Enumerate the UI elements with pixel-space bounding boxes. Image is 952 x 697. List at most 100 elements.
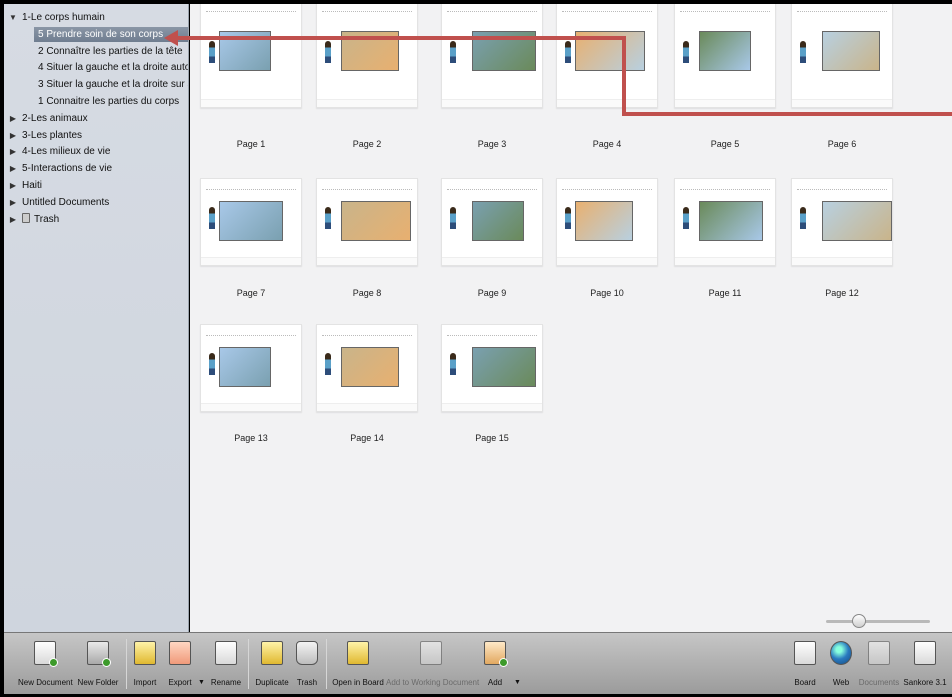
collapsed-triangle-icon[interactable]: ▶: [8, 195, 18, 210]
tree-item[interactable]: 4 Situer la gauche et la droite autour d…: [38, 60, 188, 75]
page-thumbnail[interactable]: [316, 324, 418, 412]
tree-item-label: 5 Prendre soin de son corps: [38, 28, 164, 40]
annotation-arrow-shaft: [176, 36, 626, 40]
tree-item-label: 1-Le corps humain: [22, 12, 105, 23]
page-thumbnail[interactable]: [674, 4, 776, 108]
thumbnail-picture: [219, 201, 283, 241]
open-in-board-icon: [347, 641, 369, 665]
board-button[interactable]: Board: [788, 633, 822, 695]
character-figure: [209, 207, 215, 229]
thumbnail-title-line: [797, 184, 887, 190]
thumbnail-bottom-edge: [792, 99, 892, 107]
toolbar-separator: [248, 639, 249, 689]
rename-icon: [215, 641, 237, 665]
tree-item[interactable]: ▶ Untitled Documents: [8, 195, 109, 210]
page-thumbnail[interactable]: [200, 178, 302, 266]
board-pencil-icon: [794, 641, 816, 665]
document-tree-sidebar[interactable]: ▼ 1-Le corps humain 5 Prendre soin de son …: [4, 4, 189, 632]
add-to-working-document-button[interactable]: Add to Working Document: [386, 633, 479, 695]
tree-item[interactable]: ▶ Haiti: [8, 178, 42, 193]
page-thumbnail[interactable]: [674, 178, 776, 266]
thumbnail-bottom-edge: [317, 99, 417, 107]
expanded-triangle-icon[interactable]: ▼: [8, 10, 18, 25]
export-button[interactable]: Export: [164, 633, 196, 695]
new-folder-button[interactable]: New Folder: [74, 633, 122, 695]
character-figure: [800, 207, 806, 229]
character-figure: [565, 41, 571, 63]
character-figure: [450, 353, 456, 375]
add-dropdown-icon[interactable]: ▼: [514, 679, 521, 686]
tree-item-label: 5-Interactions de vie: [22, 163, 113, 175]
duplicate-button[interactable]: Duplicate: [252, 633, 292, 695]
trash-button[interactable]: Trash: [294, 633, 320, 695]
thumbnail-title-line: [447, 6, 537, 12]
page-thumbnail[interactable]: [441, 324, 543, 412]
add-button[interactable]: Add: [480, 633, 510, 695]
collapsed-triangle-icon[interactable]: ▶: [8, 111, 18, 126]
thumbnail-bottom-edge: [675, 257, 775, 265]
collapsed-triangle-icon[interactable]: ▶: [8, 161, 18, 176]
trash-label: Trash: [296, 678, 318, 687]
page-thumbnail[interactable]: [791, 178, 893, 266]
page-thumbnail[interactable]: [556, 4, 658, 108]
thumbnail-title-line: [797, 6, 887, 12]
tree-item[interactable]: 3 Situer la gauche et la droite sur soi: [38, 77, 188, 92]
page-thumbnail[interactable]: [200, 324, 302, 412]
thumbnail-picture: [219, 347, 271, 387]
open-in-board-button[interactable]: Open in Board: [332, 633, 384, 695]
documents-label: Documents: [858, 678, 900, 687]
collapsed-triangle-icon[interactable]: ▶: [8, 212, 18, 227]
tree-item[interactable]: ▶ 5-Interactions de vie: [8, 161, 112, 176]
thumbnail-title-line: [322, 184, 412, 190]
export-dropdown-icon[interactable]: ▼: [198, 679, 205, 686]
tree-item-label: 4-Les milieux de vie: [22, 146, 111, 158]
import-button[interactable]: Import: [130, 633, 160, 695]
thumbnail-bottom-edge: [317, 257, 417, 265]
thumbnail-bottom-edge: [792, 257, 892, 265]
page-thumbnail[interactable]: [441, 178, 543, 266]
page-thumbnail[interactable]: [791, 4, 893, 108]
zoom-slider-track[interactable]: [826, 620, 930, 623]
tree-item[interactable]: ▶ 4-Les milieux de vie: [8, 144, 110, 159]
web-globe-icon: [830, 641, 852, 665]
new-document-button[interactable]: New Document: [18, 633, 73, 695]
page-label: Page 6: [827, 139, 857, 149]
thumbnail-picture: [341, 347, 399, 387]
rename-button[interactable]: Rename: [210, 633, 242, 695]
collapsed-triangle-icon[interactable]: ▶: [8, 128, 18, 143]
sankore-menu-button[interactable]: Sankore 3.1: [902, 633, 948, 695]
documents-button[interactable]: Documents: [856, 633, 902, 695]
new-document-icon: [34, 641, 58, 667]
page-label: Page 13: [234, 433, 268, 443]
character-figure: [209, 353, 215, 375]
tree-item[interactable]: ▶ 2-Les animaux: [8, 111, 88, 126]
page-label: Page 11: [708, 288, 742, 298]
thumbnail-bottom-edge: [442, 257, 542, 265]
sankore-label: Sankore 3.1: [903, 678, 947, 687]
thumbnail-picture: [699, 31, 751, 71]
character-figure: [800, 41, 806, 63]
zoom-slider-handle[interactable]: [852, 614, 866, 628]
collapsed-triangle-icon[interactable]: ▶: [8, 144, 18, 159]
web-button[interactable]: Web: [826, 633, 856, 695]
character-figure: [325, 207, 331, 229]
page-thumbnail[interactable]: [556, 178, 658, 266]
page-thumbnail[interactable]: [316, 4, 418, 108]
page-thumbnail[interactable]: [441, 4, 543, 108]
tree-item[interactable]: 1 Connaitre les parties du corps: [38, 94, 179, 109]
page-thumbnail[interactable]: [316, 178, 418, 266]
tree-item[interactable]: ▶ 3-Les plantes: [8, 128, 82, 143]
add-icon: [484, 641, 508, 667]
page-thumbnails-view: Page 1 Page 2 Page 3 Page 4 Page 5 Page 6 Page…: [190, 4, 952, 632]
collapsed-triangle-icon[interactable]: ▶: [8, 178, 18, 193]
open-in-board-label: Open in Board: [332, 678, 384, 687]
tree-item[interactable]: 2 Connaître les parties de la tête: [38, 44, 183, 59]
tree-item-label: Untitled Documents: [22, 196, 110, 208]
documents-icon: [868, 641, 890, 665]
thumbnail-title-line: [562, 6, 652, 12]
character-figure: [683, 41, 689, 63]
tree-item[interactable]: ▶ Trash: [8, 212, 59, 227]
tree-item[interactable]: ▼ 1-Le corps humain: [8, 10, 105, 25]
character-figure: [325, 353, 331, 375]
page-thumbnail[interactable]: [200, 4, 302, 108]
